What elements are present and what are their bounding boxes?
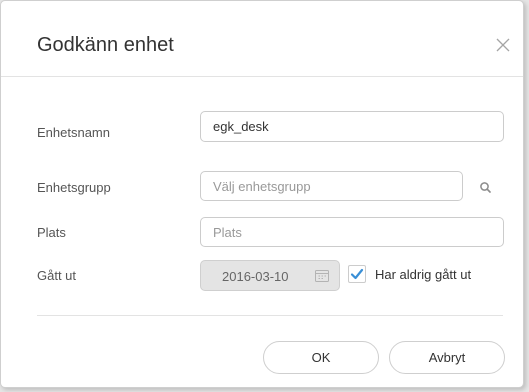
close-icon[interactable] [495,37,511,53]
device-name-input[interactable] [200,111,504,142]
device-group-input[interactable] [200,171,463,201]
expiry-date-field: 2016-03-10 [200,260,340,291]
device-group-label: Enhetsgrupp [37,180,111,195]
calendar-icon [314,268,330,284]
location-input[interactable] [200,217,504,247]
footer-divider [37,315,503,316]
approve-device-dialog: Godkänn enhet Enhetsnamn Enhetsgrupp Pla… [0,0,524,388]
never-expires-checkbox[interactable] [348,265,366,283]
checkmark-icon [350,268,364,280]
expiry-date-value: 2016-03-10 [222,269,289,284]
dialog-header: Godkänn enhet [1,1,523,77]
never-expires-label[interactable]: Har aldrig gått ut [375,267,471,282]
expired-label: Gått ut [37,268,77,283]
cancel-button[interactable]: Avbryt [389,341,505,374]
location-label: Plats [37,225,66,240]
dialog-title: Godkänn enhet [37,34,174,56]
ok-button[interactable]: OK [263,341,379,374]
search-icon[interactable] [477,179,495,197]
device-name-label: Enhetsnamn [37,125,110,140]
